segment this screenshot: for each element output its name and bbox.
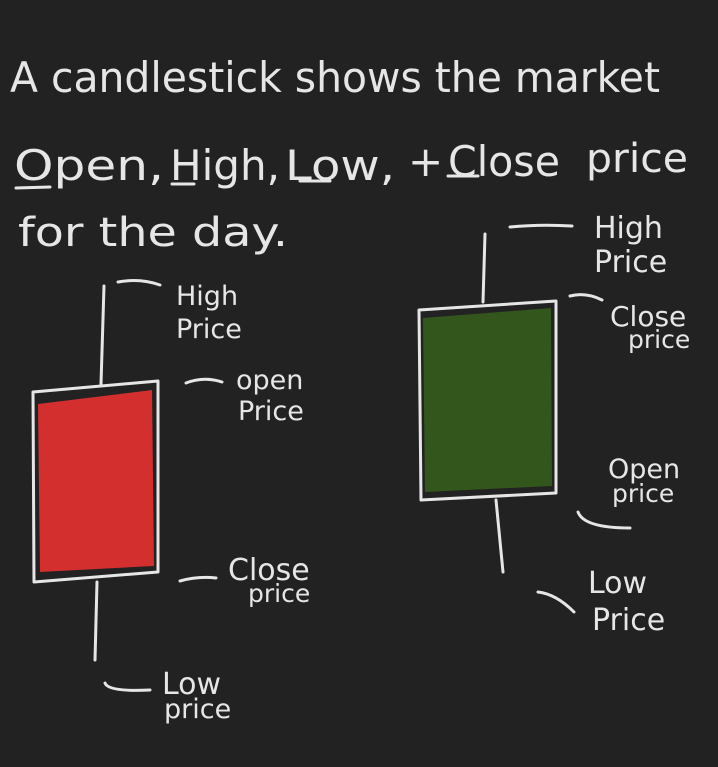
red-upper-wick: [99, 284, 106, 386]
chalkboard-canvas: A candlestick shows the market Open, Hig…: [10, 53, 690, 725]
bullish-candle: High Price Close price Open price Low Pr…: [417, 211, 690, 638]
green-low-pointer: [536, 590, 576, 614]
green-close-pointer: [568, 293, 604, 302]
green-open-label-2: price: [612, 479, 674, 508]
red-open-label-1: open: [236, 365, 303, 396]
word-plus: +: [408, 137, 443, 186]
green-low-label-1: Low: [588, 566, 647, 601]
green-open-pointer: [576, 510, 632, 530]
red-high-label-1: High: [176, 281, 238, 312]
intro-line-1: A candlestick shows the market: [10, 53, 660, 102]
green-low-label-2: Price: [592, 603, 665, 638]
red-lower-wick: [93, 580, 99, 662]
green-upper-wick: [481, 232, 487, 304]
underline-open: [14, 185, 52, 190]
red-high-pointer: [116, 279, 162, 287]
green-high-label-2: Price: [594, 245, 667, 280]
red-high-label-2: Price: [176, 314, 242, 345]
red-open-label-2: Price: [238, 396, 304, 427]
red-body-fill: [38, 390, 154, 572]
red-open-pointer: [184, 377, 224, 385]
red-close-pointer: [178, 575, 218, 583]
word-price: price: [586, 136, 688, 182]
green-high-pointer: [508, 223, 574, 229]
word-low: Low,: [285, 141, 395, 190]
green-body-fill: [423, 308, 552, 492]
word-open: Open,: [14, 141, 164, 190]
red-close-label-2: price: [248, 579, 310, 608]
intro-text: A candlestick shows the market Open, Hig…: [10, 53, 688, 256]
green-high-label-1: High: [594, 211, 663, 246]
red-low-pointer: [103, 681, 152, 692]
green-lower-wick: [494, 498, 505, 574]
word-close: Close: [448, 137, 560, 186]
bearish-candle: High Price open Price Close price Low pr…: [31, 279, 310, 725]
intro-line-3: for the day.: [18, 210, 288, 256]
green-close-label-2: price: [628, 325, 690, 354]
red-low-label-2: price: [164, 694, 231, 725]
